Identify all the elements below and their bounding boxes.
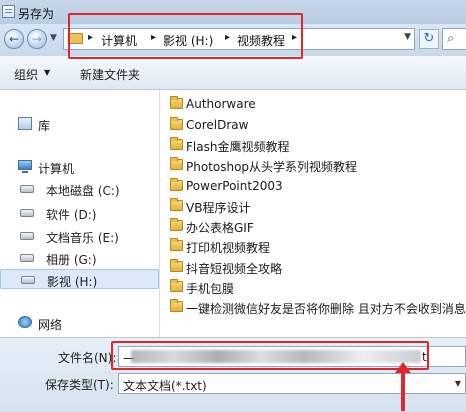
chevron-down-icon[interactable]: ▼ — [44, 68, 50, 77]
sidebar-item-network[interactable]: 网络 — [0, 313, 159, 333]
drive-icon — [20, 232, 34, 240]
folder-icon — [170, 117, 183, 130]
search-icon: ⌕ — [447, 31, 455, 46]
navigation-bar: ← → ▼ ▸ 计算机 ▸ 影视 (H:) ▸ 视频教程 ▸ ▼ ↻ ⌕ — [0, 24, 466, 56]
list-item[interactable]: Photoshop从头学系列视频教程 — [168, 156, 466, 174]
list-item[interactable]: CorelDraw — [168, 116, 466, 134]
filename-value-end: t — [422, 350, 427, 364]
file-name: 办公表格GIF — [186, 221, 254, 235]
forward-button[interactable]: → — [27, 29, 47, 49]
folder-icon — [170, 137, 183, 150]
file-name: Photoshop从头学系列视频教程 — [186, 160, 358, 174]
file-name: 抖音短视频全攻略 — [186, 262, 283, 276]
drive-icon — [21, 276, 35, 284]
folder-icon — [170, 279, 183, 292]
sidebar-item-label: 文档音乐 (E:) — [46, 231, 119, 245]
sidebar-item-computer[interactable]: 计算机 — [0, 157, 159, 177]
list-item[interactable]: 办公表格GIF — [168, 217, 466, 235]
navigation-pane: 库 计算机 本地磁盘 (C:) 软件 (D:) 文档音乐 (E:) 相册 (G:… — [0, 90, 160, 337]
chevron-down-icon[interactable]: ▼ — [455, 379, 461, 388]
list-item[interactable]: PowerPoint2003 — [168, 177, 466, 195]
computer-icon — [18, 160, 32, 173]
folder-icon — [170, 218, 183, 231]
sidebar-item-drive-e[interactable]: 文档音乐 (E:) — [0, 226, 159, 246]
sidebar-item-label: 影视 (H:) — [47, 275, 98, 289]
save-type-value: 文本文档(*.txt) — [123, 379, 207, 393]
list-item[interactable]: Flash金鹰视频教程 — [168, 136, 466, 154]
back-button[interactable]: ← — [4, 29, 24, 49]
sidebar-item-label: 库 — [38, 119, 51, 133]
chevron-right-icon[interactable]: ▸ — [151, 32, 156, 43]
list-item[interactable]: 一键检测微信好友是否将你删除 且对方不会收到消息 — [168, 298, 466, 316]
sidebar-item-libraries[interactable]: 库 — [0, 114, 159, 134]
address-bar[interactable]: ▸ 计算机 ▸ 影视 (H:) ▸ 视频教程 ▸ ▼ — [63, 28, 415, 50]
sidebar-item-drive-h[interactable]: 影视 (H:) — [0, 269, 159, 289]
folder-icon — [170, 198, 183, 211]
filename-input[interactable]: 一 t — [118, 346, 466, 367]
window-title: 另存为 — [18, 7, 55, 21]
folder-icon — [170, 238, 183, 251]
save-as-icon — [2, 5, 15, 18]
blurred-filename — [131, 350, 421, 363]
file-name: Flash金鹰视频教程 — [186, 140, 290, 154]
folder-icon — [69, 33, 83, 44]
file-name: 手机包膜 — [186, 282, 235, 296]
command-toolbar: 组织 ▼ 新建文件夹 — [0, 56, 466, 90]
file-name: 一键检测微信好友是否将你删除 且对方不会收到消息 — [186, 302, 466, 316]
address-dropdown-icon[interactable]: ▼ — [404, 32, 411, 42]
breadcrumb-computer[interactable]: 计算机 — [101, 32, 137, 49]
organize-button[interactable]: 组织 — [14, 66, 38, 83]
network-icon — [18, 316, 32, 328]
file-name: 打印机视频教程 — [186, 241, 271, 255]
save-type-select[interactable]: 文本文档(*.txt) ▼ — [118, 373, 466, 394]
folder-icon — [170, 299, 183, 312]
sidebar-item-label: 本地磁盘 (C:) — [46, 184, 120, 198]
file-name: PowerPoint2003 — [186, 179, 283, 193]
sidebar-item-drive-c[interactable]: 本地磁盘 (C:) — [0, 179, 159, 199]
list-item[interactable]: 手机包膜 — [168, 278, 466, 296]
new-folder-button[interactable]: 新建文件夹 — [80, 66, 140, 83]
list-item[interactable]: 抖音短视频全攻略 — [168, 258, 466, 276]
folder-icon — [170, 178, 183, 191]
filename-label: 文件名(N): — [58, 351, 117, 365]
breadcrumb-video-tutorials[interactable]: 视频教程 — [237, 32, 285, 49]
sidebar-item-label: 软件 (D:) — [46, 208, 97, 222]
save-type-label: 保存类型(T): — [45, 378, 114, 392]
chevron-right-icon[interactable]: ▸ — [88, 32, 93, 43]
folder-icon — [170, 157, 183, 170]
list-item[interactable]: 打印机视频教程 — [168, 237, 466, 255]
save-panel: 文件名(N): 一 t 保存类型(T): 文本文档(*.txt) ▼ — [0, 337, 466, 412]
file-name: CorelDraw — [186, 118, 249, 132]
search-input[interactable]: ⌕ — [442, 28, 466, 50]
library-icon — [18, 117, 32, 130]
sidebar-item-drive-d[interactable]: 软件 (D:) — [0, 203, 159, 223]
drive-icon — [20, 185, 34, 193]
chevron-right-icon[interactable]: ▸ — [225, 32, 230, 43]
list-item[interactable]: Authorware — [168, 95, 466, 113]
sidebar-item-label: 相册 (G:) — [46, 253, 97, 267]
chevron-right-icon[interactable]: ▸ — [292, 32, 297, 43]
folder-icon — [170, 96, 183, 109]
sidebar-item-label: 计算机 — [38, 162, 75, 176]
history-dropdown-icon[interactable]: ▼ — [50, 33, 57, 43]
file-name: VB程序设计 — [186, 201, 251, 215]
refresh-button[interactable]: ↻ — [419, 29, 439, 49]
sidebar-item-drive-g[interactable]: 相册 (G:) — [0, 248, 159, 268]
breadcrumb-drive-h[interactable]: 影视 (H:) — [163, 32, 213, 49]
sidebar-item-label: 网络 — [38, 318, 63, 332]
file-name: Authorware — [186, 97, 256, 111]
list-item[interactable]: VB程序设计 — [168, 197, 466, 215]
folder-icon — [170, 259, 183, 272]
drive-icon — [20, 254, 34, 262]
file-list: Authorware CorelDraw Flash金鹰视频教程 Photosh… — [160, 90, 466, 337]
drive-icon — [20, 209, 34, 217]
title-bar: 另存为 — [0, 0, 466, 24]
